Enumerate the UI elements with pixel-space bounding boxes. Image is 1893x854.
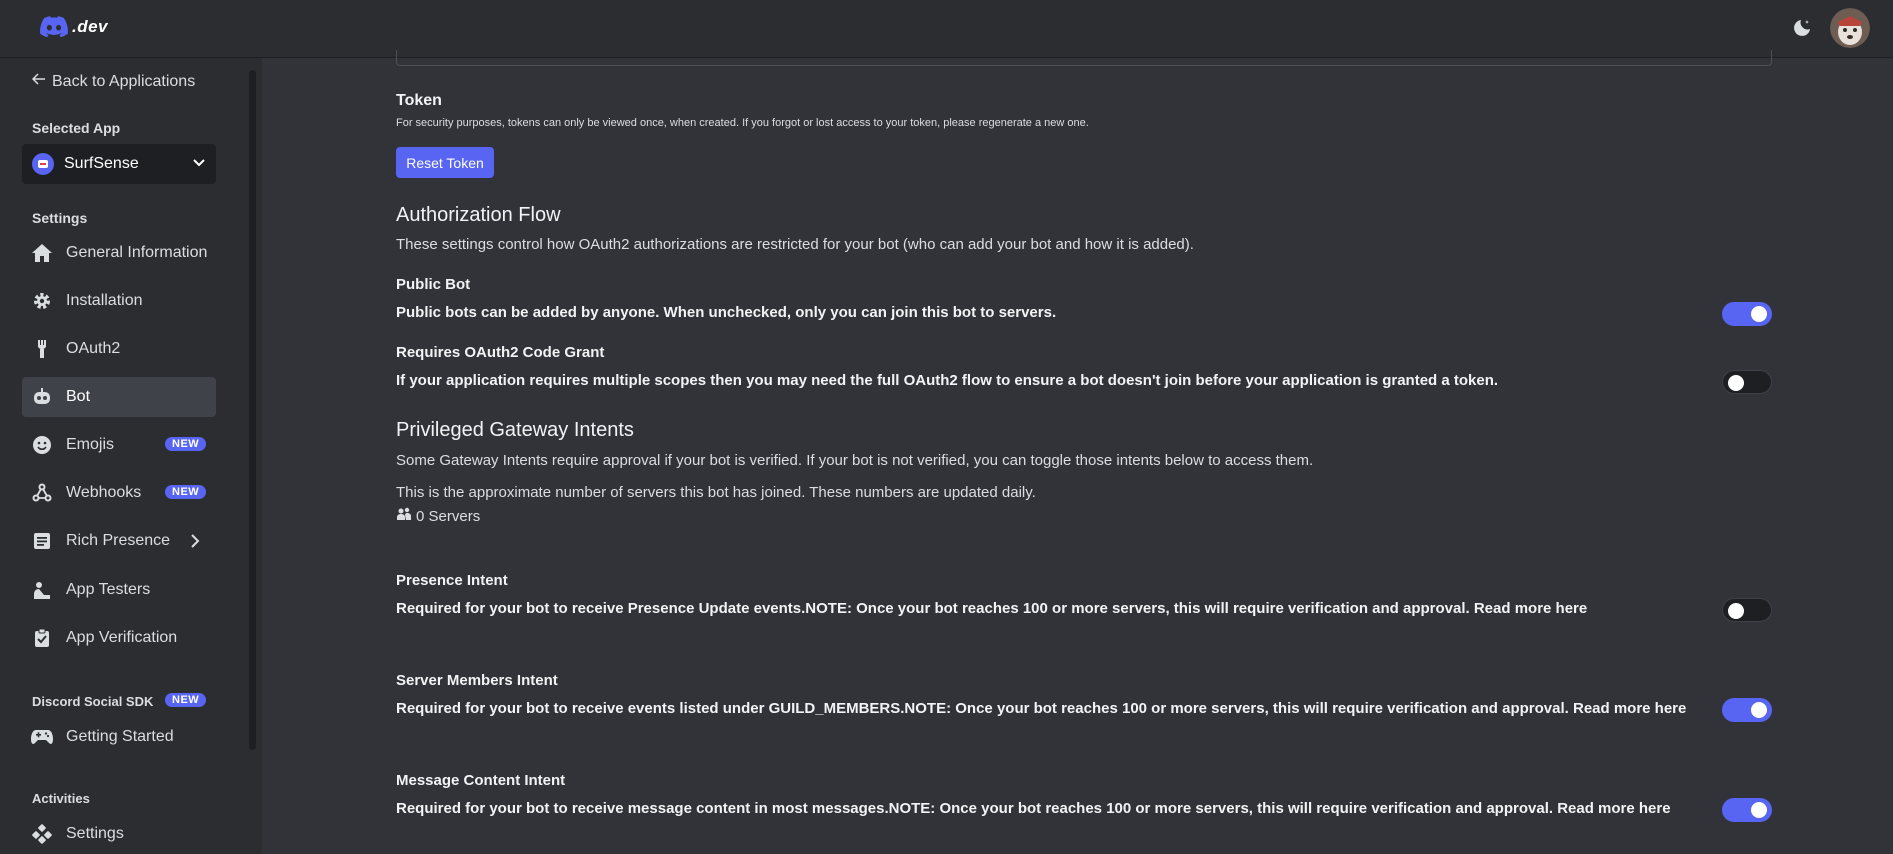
code-grant-title: Requires OAuth2 Code Grant [396, 344, 605, 361]
toggle-knob [1751, 702, 1767, 718]
sidebar-item-label: Emojis [66, 436, 115, 453]
sidebar-item-oauth2[interactable]: OAuth2 [22, 329, 216, 369]
sidebar-item-label: Installation [66, 292, 143, 309]
reset-token-button[interactable]: Reset Token [396, 147, 494, 178]
server-count-note: This is the approximate number of server… [396, 484, 1036, 501]
webhook-icon [30, 481, 54, 505]
privileged-intents-title: Privileged Gateway Intents [396, 419, 634, 441]
app-name: SurfSense [64, 155, 139, 172]
person-icon [30, 578, 54, 602]
discord-dev-logo[interactable]: .dev [40, 16, 108, 38]
chevron-right-icon [190, 534, 200, 553]
moon-star-icon [1794, 20, 1810, 36]
sidebar-item-app-verification[interactable]: App Verification [22, 618, 216, 658]
document-icon [30, 529, 54, 553]
presence-intent-description: Required for your bot to receive Presenc… [396, 600, 1588, 617]
wrench-icon [30, 337, 54, 361]
message-content-intent-description: Required for your bot to receive message… [396, 800, 1671, 817]
message-content-intent-title: Message Content Intent [396, 772, 566, 789]
sidebar-item-label: Bot [66, 388, 91, 405]
sidebar-item-getting-started[interactable]: Getting Started [22, 717, 216, 757]
activities-heading: Activities [32, 791, 90, 806]
back-label: Back to Applications [52, 72, 196, 90]
token-description: For security purposes, tokens can only b… [396, 117, 1089, 129]
public-bot-title: Public Bot [396, 276, 471, 293]
public-bot-description: Public bots can be added by anyone. When… [396, 304, 1057, 321]
sidebar-scrollbar[interactable] [249, 70, 256, 750]
public-bot-toggle[interactable] [1722, 302, 1772, 326]
message-content-intent-toggle[interactable] [1722, 798, 1772, 822]
presence-intent-title: Presence Intent [396, 572, 508, 589]
toggle-knob [1728, 375, 1744, 391]
code-grant-description: If your application requires multiple sc… [396, 372, 1499, 389]
sidebar-item-label: Settings [66, 825, 124, 842]
presence-intent-toggle[interactable] [1722, 598, 1772, 622]
server-members-intent-toggle[interactable] [1722, 698, 1772, 722]
sidebar-item-general-information[interactable]: General Information [22, 233, 216, 273]
gamepad-icon [30, 725, 54, 749]
sidebar-item-label: App Testers [66, 581, 151, 598]
server-count: 0 Servers [396, 507, 480, 525]
privileged-intents-description: Some Gateway Intents require approval if… [396, 452, 1314, 469]
sidebar-item-rich-presence[interactable]: Rich Presence [22, 521, 216, 561]
sidebar-item-label: Getting Started [66, 728, 174, 745]
activity-grid-icon [30, 822, 54, 846]
discord-logo-icon [40, 16, 68, 38]
sidebar-item-app-testers[interactable]: App Testers [22, 570, 216, 610]
gear-icon [30, 289, 54, 313]
app-selector[interactable]: SurfSense [22, 144, 216, 184]
selected-app-heading: Selected App [32, 120, 121, 136]
social-sdk-heading: Discord Social SDK [32, 694, 154, 709]
sidebar-item-label: Webhooks [66, 484, 142, 501]
username-field-edge [396, 50, 1772, 66]
server-members-intent-title: Server Members Intent [396, 672, 558, 689]
authorization-flow-title: Authorization Flow [396, 204, 561, 226]
new-badge: NEW [165, 693, 207, 707]
server-members-intent-description: Required for your bot to receive events … [396, 700, 1687, 717]
settings-heading: Settings [32, 210, 88, 226]
chevron-down-icon [192, 155, 206, 174]
back-to-applications-link[interactable]: Back to Applications [31, 72, 196, 91]
smile-icon [30, 433, 54, 457]
sidebar-item-activities-settings[interactable]: Settings [22, 814, 216, 854]
home-icon [30, 241, 54, 265]
sidebar-item-label: OAuth2 [66, 340, 121, 357]
arrow-left-icon [31, 72, 46, 91]
token-title: Token [396, 92, 442, 109]
code-grant-toggle[interactable] [1722, 370, 1772, 394]
sidebar-item-bot[interactable]: Bot [22, 377, 216, 417]
logo-text: .dev [72, 17, 109, 36]
sidebar-item-label: General Information [66, 244, 208, 261]
toggle-knob [1728, 603, 1744, 619]
theme-toggle-button[interactable] [1786, 14, 1816, 44]
toggle-knob [1751, 802, 1767, 818]
server-count-label: 0 Servers [416, 507, 481, 525]
clipboard-check-icon [30, 626, 54, 650]
sidebar-item-label: Rich Presence [66, 532, 171, 549]
robot-icon [30, 385, 54, 409]
server-group-icon [396, 507, 412, 525]
user-avatar[interactable] [1830, 8, 1870, 48]
sidebar-item-label: App Verification [66, 629, 178, 646]
new-badge: NEW [165, 437, 207, 451]
sidebar-item-installation[interactable]: Installation [22, 281, 216, 321]
authorization-flow-description: These settings control how OAuth2 author… [396, 236, 1194, 253]
app-avatar [32, 153, 54, 175]
toggle-knob [1751, 306, 1767, 322]
new-badge: NEW [165, 485, 207, 499]
